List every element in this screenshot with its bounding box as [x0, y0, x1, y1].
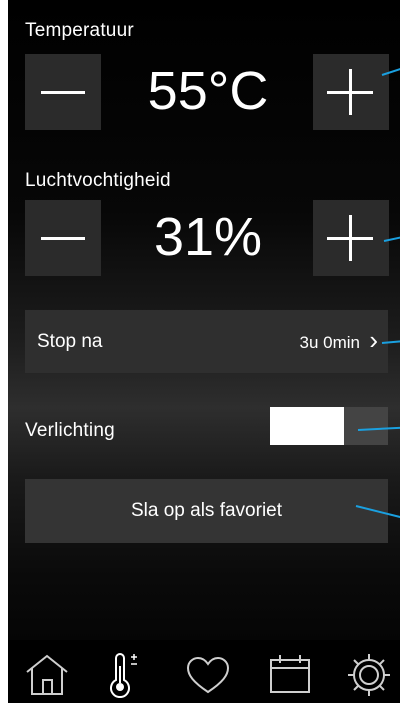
- temperature-decrease-button[interactable]: [25, 54, 101, 130]
- lighting-label: Verlichting: [25, 420, 115, 441]
- humidity-decrease-button[interactable]: [25, 200, 101, 276]
- home-icon[interactable]: [23, 652, 71, 701]
- humidity-value: 31%: [153, 207, 263, 267]
- humidity-label: Luchtvochtigheid: [25, 170, 171, 191]
- lighting-toggle[interactable]: [270, 407, 388, 445]
- bottom-navbar: [8, 640, 400, 703]
- temperature-value: 55°C: [147, 61, 269, 121]
- humidity-increase-button[interactable]: [313, 200, 389, 276]
- app-screen: Temperatuur 55°C Luchtvochtigheid 31% St…: [8, 0, 400, 703]
- stop-after-value: 3u 0min: [299, 333, 360, 352]
- stop-after-button[interactable]: Stop na 3u 0min ›: [25, 310, 388, 373]
- temperature-label: Temperatuur: [25, 20, 134, 41]
- minus-icon: [41, 91, 85, 94]
- toggle-knob: [270, 407, 344, 445]
- stop-after-label: Stop na: [37, 331, 103, 352]
- chevron-right-icon: ›: [369, 325, 378, 355]
- gear-icon[interactable]: [346, 652, 392, 703]
- heart-icon[interactable]: [185, 656, 231, 701]
- thermometer-icon[interactable]: [106, 652, 146, 703]
- minus-icon: [41, 237, 85, 240]
- save-favorite-label: Sla op als favoriet: [130, 500, 283, 521]
- save-favorite-button[interactable]: Sla op als favoriet: [25, 479, 388, 543]
- temperature-increase-button[interactable]: [313, 54, 389, 130]
- calendar-icon[interactable]: [267, 652, 313, 701]
